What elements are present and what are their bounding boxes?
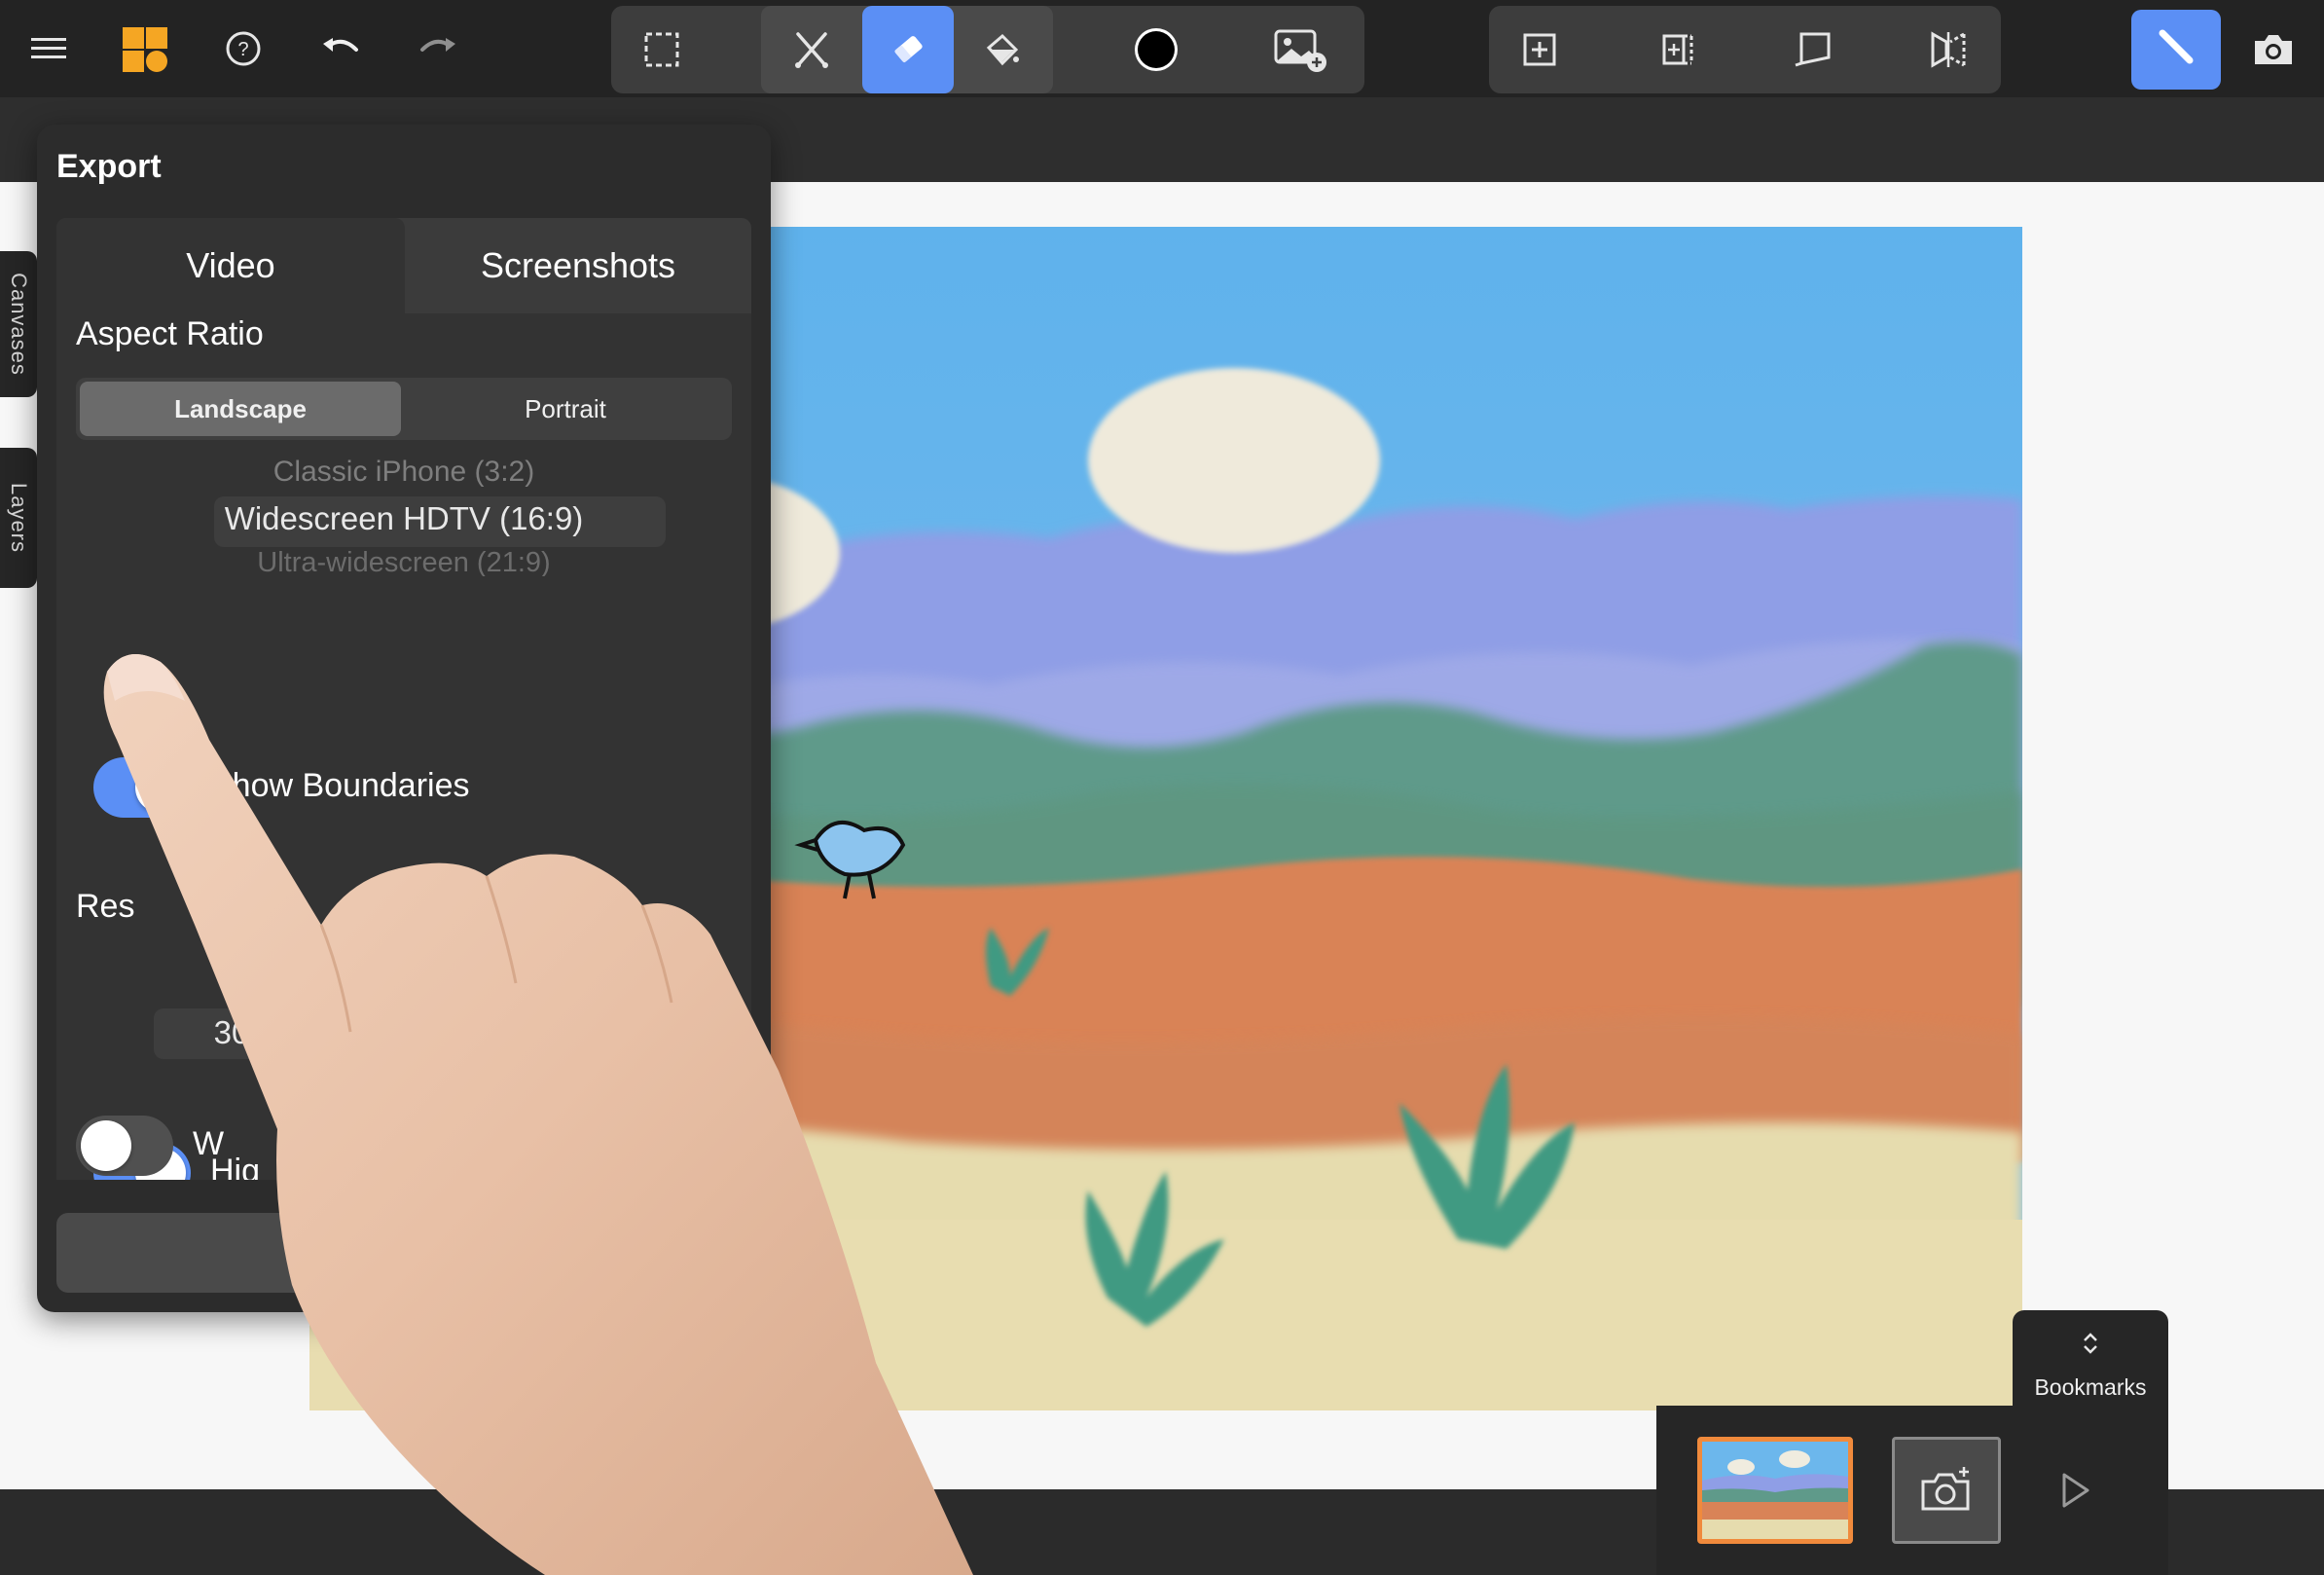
add-frame-icon[interactable]	[1510, 20, 1569, 79]
show-boundaries-label: Show Boundaries	[210, 767, 470, 804]
toggle-knob	[81, 1120, 131, 1171]
export-button[interactable]	[56, 1213, 751, 1293]
brush-icon[interactable]	[2147, 19, 2205, 78]
camera-icon[interactable]	[2244, 19, 2303, 78]
resolution-label: Res	[76, 888, 135, 925]
export-title: Export	[56, 148, 162, 185]
export-settings: Aspect Ratio Landscape Portrait Classic …	[56, 313, 751, 1180]
gallery-grid-icon[interactable]	[115, 19, 175, 80]
svg-text:?: ?	[237, 39, 248, 60]
selection-icon[interactable]	[633, 20, 691, 79]
mirror-icon[interactable]	[1919, 20, 1978, 79]
side-tab-canvases-label: Canvases	[7, 273, 31, 376]
tool-group	[611, 6, 1364, 93]
toggle-knob	[135, 762, 186, 813]
aspect-ratio-label: Aspect Ratio	[76, 315, 264, 352]
transform-icon[interactable]	[782, 20, 841, 79]
canvas-ops-group	[1489, 6, 2001, 93]
picker-option[interactable]: Ultra-widescreen (21:9)	[56, 547, 751, 576]
bookmark-strip	[1656, 1406, 2168, 1575]
picker-selected-option[interactable]: Widescreen HDTV (16:9)	[56, 500, 751, 537]
menu-icon[interactable]	[19, 19, 78, 78]
orientation-segmented-control: Landscape Portrait	[76, 378, 732, 440]
redo-icon[interactable]	[409, 19, 467, 78]
side-tab-layers[interactable]: Layers	[0, 448, 37, 588]
help-icon[interactable]: ?	[214, 19, 272, 78]
top-toolbar: ?	[0, 0, 2324, 97]
export-tabs: Video Screenshots	[56, 218, 751, 313]
bookmarks-label: Bookmarks	[2034, 1374, 2147, 1400]
portrait-option[interactable]: Portrait	[403, 382, 728, 436]
chevron-up-down-icon	[2077, 1330, 2104, 1357]
w-option-label: W	[193, 1125, 225, 1162]
eraser-icon[interactable]	[879, 20, 937, 79]
show-boundaries-toggle[interactable]	[93, 757, 191, 818]
resolution-selected-option[interactable]: 30	[154, 1014, 309, 1051]
brush-tools-subgroup	[761, 6, 1053, 93]
bookmark-thumbnail[interactable]	[1697, 1437, 1853, 1544]
w-option-toggle[interactable]	[76, 1116, 173, 1176]
fill-icon[interactable]	[973, 20, 1032, 79]
side-tab-layers-label: Layers	[7, 482, 32, 554]
play-icon[interactable]	[2040, 1456, 2108, 1524]
bookmarks-tab[interactable]: Bookmarks	[2013, 1310, 2168, 1408]
resize-canvas-icon[interactable]	[1647, 20, 1705, 79]
color-icon[interactable]	[1127, 20, 1185, 79]
tab-video[interactable]: Video	[56, 218, 405, 313]
landscape-option[interactable]: Landscape	[80, 382, 401, 436]
undo-icon[interactable]	[311, 19, 370, 78]
side-tab-canvases[interactable]: Canvases	[0, 251, 37, 397]
skew-icon[interactable]	[1783, 20, 1841, 79]
camera-add-icon[interactable]	[1892, 1437, 2001, 1544]
tab-screenshots[interactable]: Screenshots	[405, 218, 751, 313]
export-panel: Export Video Screenshots Aspect Ratio La…	[37, 125, 771, 1312]
picker-option[interactable]: Classic iPhone (3:2)	[56, 456, 751, 489]
insert-image-icon[interactable]	[1269, 20, 1333, 79]
resolution-picker-option[interactable]: 720p (1280x	[56, 968, 751, 1001]
